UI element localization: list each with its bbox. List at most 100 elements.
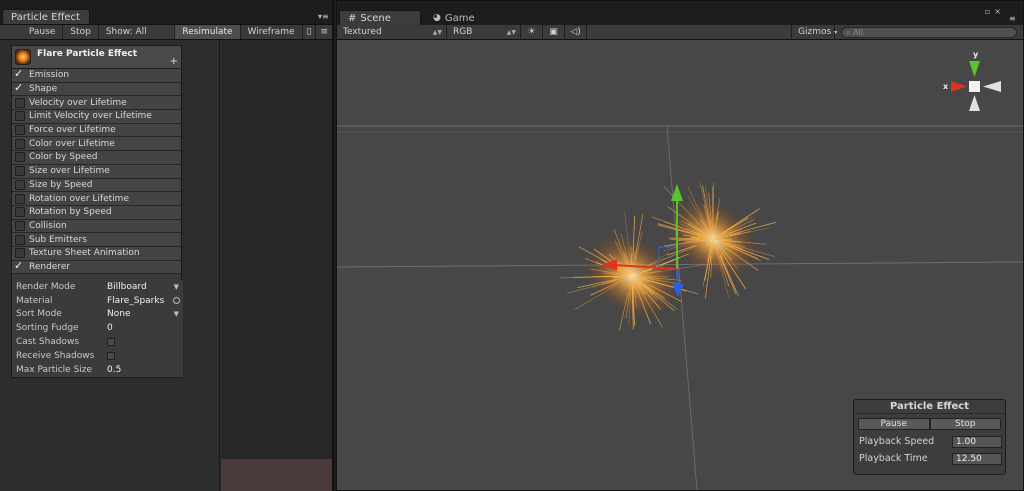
module-row[interactable]: Sub Emitters bbox=[12, 233, 181, 247]
module-row[interactable]: Color by Speed bbox=[12, 151, 181, 165]
wireframe-toggle[interactable]: Wireframe bbox=[241, 25, 303, 39]
playback-time-input[interactable]: 12.50 bbox=[952, 452, 1002, 465]
sorting-fudge-row[interactable]: Sorting Fudge 0 bbox=[12, 321, 183, 335]
receive-shadows-label: Receive Shadows bbox=[16, 350, 95, 361]
module-row[interactable]: Renderer bbox=[12, 259, 181, 275]
sorting-fudge-value[interactable]: 0 bbox=[107, 323, 113, 333]
wireframe-label: Wireframe bbox=[247, 27, 295, 37]
panel-options-icon[interactable]: ≡ bbox=[316, 25, 332, 39]
gizmos-dropdown[interactable]: Gizmos ▾ bbox=[791, 24, 837, 40]
receive-shadows-checkbox[interactable] bbox=[107, 351, 115, 360]
overlay-stop-button[interactable]: Stop bbox=[929, 418, 1001, 430]
module-checkbox[interactable] bbox=[15, 138, 25, 149]
object-picker-icon[interactable] bbox=[173, 297, 180, 305]
particle-effect-overlay: Particle Effect Pause Stop Playback Spee… bbox=[853, 399, 1006, 475]
material-row[interactable]: Material Flare_Sparks bbox=[12, 294, 183, 308]
gizmo-neg-x-cone-icon bbox=[983, 81, 1001, 92]
module-checkbox[interactable] bbox=[15, 111, 25, 122]
module-row[interactable]: Color over Lifetime bbox=[12, 137, 181, 152]
overlay-title: Particle Effect bbox=[854, 400, 1005, 414]
particle-system-header[interactable]: Flare Particle Effect + bbox=[12, 46, 181, 69]
scene-viewport[interactable]: y x Particle Effect Pause Stop Playback … bbox=[337, 41, 1023, 490]
module-checkbox[interactable] bbox=[14, 81, 25, 94]
max-particle-size-row[interactable]: Max Particle Size 0.5 bbox=[12, 363, 183, 377]
module-label: Texture Sheet Animation bbox=[29, 248, 140, 259]
module-row[interactable]: Rotation over Lifetime bbox=[12, 192, 181, 206]
material-label: Material bbox=[16, 295, 53, 306]
module-row[interactable]: Size over Lifetime bbox=[12, 164, 181, 179]
module-row[interactable]: Collision bbox=[12, 219, 181, 234]
module-checkbox[interactable] bbox=[15, 220, 25, 231]
modules-column: Flare Particle Effect + Emission Shape Vel… bbox=[0, 40, 220, 491]
scene-menu-icon[interactable]: ≡ bbox=[1009, 15, 1019, 23]
gizmo-x-cone-icon bbox=[951, 81, 967, 92]
module-label: Force over Lifetime bbox=[29, 125, 116, 136]
cast-shadows-checkbox[interactable] bbox=[107, 338, 115, 347]
add-module-icon[interactable]: + bbox=[170, 57, 178, 67]
cast-shadows-row: Cast Shadows bbox=[12, 335, 183, 349]
module-row[interactable]: Emission bbox=[12, 67, 181, 83]
playback-time-row: Playback Time 12.50 bbox=[854, 450, 1005, 467]
flare-thumbnail-icon bbox=[15, 49, 31, 65]
module-checkbox[interactable] bbox=[15, 248, 25, 259]
module-label: Rotation over Lifetime bbox=[29, 193, 129, 204]
render-mode-row[interactable]: Render Mode Billboard ▼ bbox=[12, 280, 183, 294]
overlay-pause-button[interactable]: Pause bbox=[858, 418, 930, 430]
gizmo-y-cone-icon bbox=[969, 61, 980, 77]
show-label: Show: All bbox=[105, 27, 147, 37]
receive-shadows-row: Receive Shadows bbox=[12, 349, 183, 363]
show-all-dropdown[interactable]: Show: All bbox=[99, 25, 176, 39]
render-mode-dropdown[interactable]: RGB ▲▼ bbox=[447, 24, 521, 40]
tab-game[interactable]: ◕ Game bbox=[425, 10, 495, 25]
particle-tabbar: Particle Effect ▾≡ bbox=[0, 0, 332, 24]
resimulate-toggle[interactable]: Resimulate bbox=[175, 25, 241, 39]
tab-particle-effect[interactable]: Particle Effect bbox=[2, 9, 90, 24]
module-label: Sub Emitters bbox=[29, 234, 87, 245]
module-list: Emission Shape Velocity over Lifetime Limit… bbox=[12, 67, 181, 275]
module-row[interactable]: Limit Velocity over Lifetime bbox=[12, 110, 181, 124]
tab-game-label: Game bbox=[444, 12, 475, 24]
module-checkbox[interactable] bbox=[14, 67, 25, 80]
dropdown-arrow-icon: ▲▼ bbox=[432, 28, 442, 36]
module-row[interactable]: Force over Lifetime bbox=[12, 123, 181, 138]
image-toggle-icon[interactable]: ▣ bbox=[543, 24, 565, 40]
module-label: Renderer bbox=[29, 261, 71, 272]
module-checkbox[interactable] bbox=[15, 166, 25, 177]
module-checkbox[interactable] bbox=[15, 152, 25, 163]
stop-button[interactable]: Stop bbox=[63, 25, 99, 39]
module-row[interactable]: Size by Speed bbox=[12, 178, 181, 193]
lighting-toggle-icon[interactable]: ☀ bbox=[521, 24, 543, 40]
particle-editor-body: Flare Particle Effect + Emission Shape Vel… bbox=[0, 40, 334, 491]
module-checkbox[interactable] bbox=[14, 259, 25, 272]
module-checkbox[interactable] bbox=[15, 207, 25, 218]
tab-label: Particle Effect bbox=[11, 12, 80, 23]
playback-speed-input[interactable]: 1.00 bbox=[952, 435, 1002, 448]
module-row[interactable]: Texture Sheet Animation bbox=[12, 246, 181, 261]
tab-scene[interactable]: # Scene bbox=[339, 10, 421, 25]
module-checkbox[interactable] bbox=[15, 234, 25, 245]
search-icon: ⌕ bbox=[846, 28, 851, 37]
module-row[interactable]: Velocity over Lifetime bbox=[12, 96, 181, 111]
panel-menu-icon[interactable]: ▾≡ bbox=[318, 13, 329, 21]
sort-mode-label: Sort Mode bbox=[16, 309, 62, 320]
curve-editor-area[interactable] bbox=[221, 40, 332, 491]
playback-speed-label: Playback Speed bbox=[859, 436, 935, 447]
module-checkbox[interactable] bbox=[15, 97, 25, 108]
layout-toggle-icon[interactable]: ▯ bbox=[303, 25, 317, 39]
render-mode-value: Billboard bbox=[107, 281, 147, 292]
max-particle-size-value[interactable]: 0.5 bbox=[107, 365, 121, 375]
audio-toggle-icon[interactable]: ◁) bbox=[565, 24, 587, 40]
module-checkbox[interactable] bbox=[15, 125, 25, 136]
draw-mode-dropdown[interactable]: Textured ▲▼ bbox=[337, 24, 447, 40]
sort-mode-row[interactable]: Sort Mode None ▼ bbox=[12, 308, 183, 322]
scene-search-input[interactable]: ⌕ All bbox=[841, 27, 1017, 38]
window-controls[interactable]: ▫× bbox=[985, 7, 1005, 16]
pause-label: Pause bbox=[28, 27, 56, 37]
module-checkbox[interactable] bbox=[15, 179, 25, 190]
orientation-gizmo[interactable]: y x bbox=[943, 50, 1001, 111]
module-label: Color over Lifetime bbox=[29, 138, 115, 149]
pause-button[interactable]: Pause bbox=[0, 25, 64, 39]
module-checkbox[interactable] bbox=[15, 193, 25, 204]
module-row[interactable]: Rotation by Speed bbox=[12, 205, 181, 220]
module-row[interactable]: Shape bbox=[12, 81, 181, 97]
